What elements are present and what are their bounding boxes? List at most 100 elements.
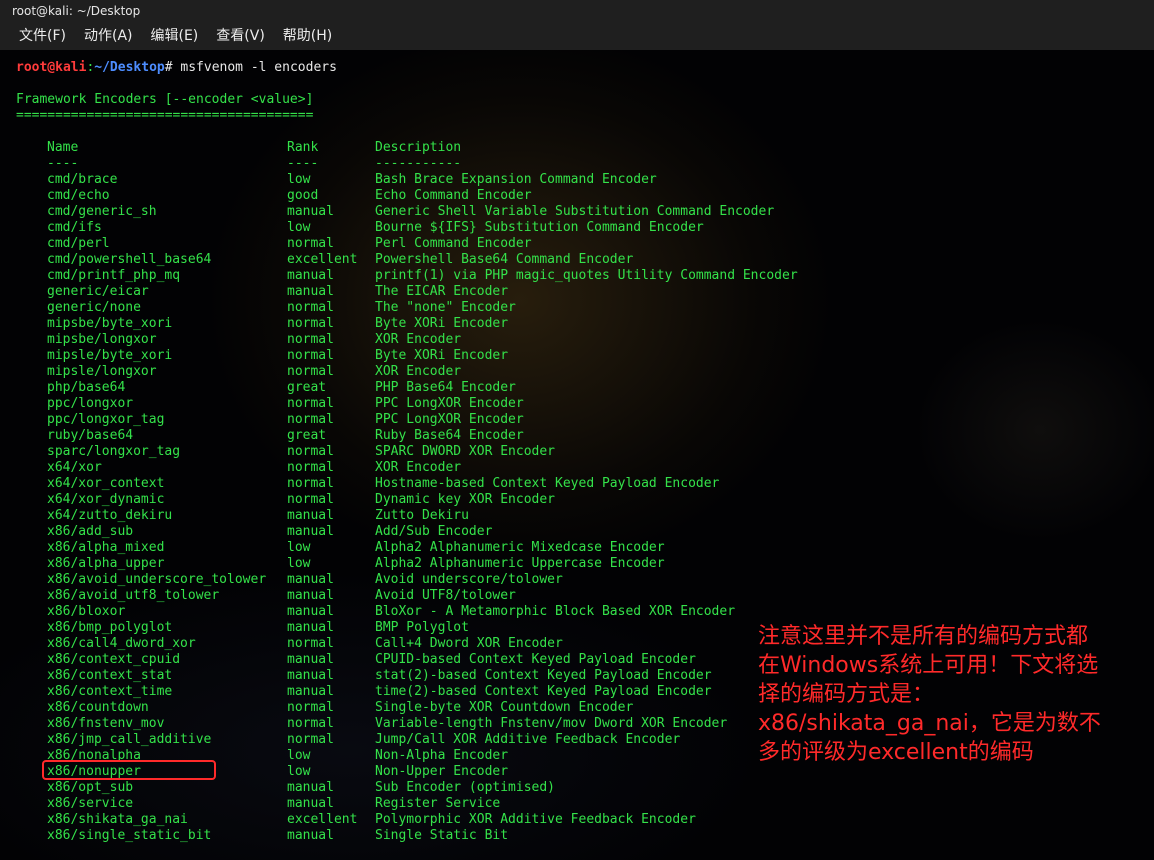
annotation-note: 注意这里并不是所有的编码方式都 在Windows系统上可用！下文将选 择的编码方… (758, 622, 1154, 767)
encoder-name: cmd/printf_php_mq (47, 268, 181, 283)
encoder-name: x86/jmp_call_additive (47, 732, 212, 747)
table-row: mipsbe/byte_xori normal Byte XORi Encoder (0, 316, 1154, 332)
encoder-name: x86/bloxor (47, 604, 126, 619)
encoder-name: x86/alpha_mixed (47, 540, 165, 555)
table-row: ruby/base64 great Ruby Base64 Encoder (0, 428, 1154, 444)
encoder-description: The EICAR Encoder (375, 284, 509, 299)
encoder-description: Avoid underscore/tolower (375, 572, 563, 587)
table-header: Name Rank Description (0, 140, 1154, 156)
encoder-description: stat(2)-based Context Keyed Payload Enco… (375, 668, 712, 683)
menu-help[interactable]: 帮助(H) (274, 22, 341, 50)
encoder-name: x86/add_sub (47, 524, 134, 539)
menu-edit[interactable]: 编辑(E) (142, 22, 208, 50)
encoder-name: x86/avoid_underscore_tolower (47, 572, 267, 587)
table-row: generic/eicar manual The EICAR Encoder (0, 284, 1154, 300)
encoder-name: generic/eicar (47, 284, 149, 299)
encoder-rank: low (287, 172, 311, 187)
encoder-rank: manual (287, 780, 334, 795)
encoder-rank: normal (287, 476, 334, 491)
prompt-line: root@kali:~/Desktop# msfvenom -l encoder… (16, 60, 337, 76)
encoder-description: Bourne ${IFS} Substitution Command Encod… (375, 220, 704, 235)
header-name: Name (47, 140, 79, 155)
encoder-description: printf(1) via PHP magic_quotes Utility C… (375, 268, 798, 283)
encoder-description: SPARC DWORD XOR Encoder (375, 444, 556, 459)
table-row: cmd/powershell_base64 excellent Powershell… (0, 252, 1154, 268)
encoder-description: Byte XORi Encoder (375, 316, 509, 331)
encoder-name: cmd/brace (47, 172, 118, 187)
encoder-name: x86/alpha_upper (47, 556, 165, 571)
encoder-name: x86/call4_dword_xor (47, 636, 196, 651)
table-row: x64/xor normal XOR Encoder (0, 460, 1154, 476)
encoder-name: mipsle/byte_xori (47, 348, 173, 363)
table-row: cmd/brace low Bash Brace Expansion Command… (0, 172, 1154, 188)
encoder-name: x64/zutto_dekiru (47, 508, 173, 523)
encoder-rank: normal (287, 460, 334, 475)
encoder-name: x86/bmp_polyglot (47, 620, 173, 635)
table-row: cmd/perl normal Perl Command Encoder (0, 236, 1154, 252)
encoder-name: cmd/powershell_base64 (47, 252, 212, 267)
encoder-rank: low (287, 540, 311, 555)
encoder-name: ppc/longxor (47, 396, 134, 411)
table-row: sparc/longxor_tag normal SPARC DWORD XOR E… (0, 444, 1154, 460)
encoder-rank: normal (287, 332, 334, 347)
table-row: cmd/generic_sh manual Generic Shell Variab… (0, 204, 1154, 220)
encoder-description: XOR Encoder (375, 364, 462, 379)
table-row: generic/none normal The "none" Encoder (0, 300, 1154, 316)
header-description-underline: ----------- (375, 156, 462, 171)
prompt-symbol: # (164, 60, 181, 75)
encoder-description: Alpha2 Alphanumeric Mixedcase Encoder (375, 540, 665, 555)
table-row: php/base64 great PHP Base64 Encoder (0, 380, 1154, 396)
encoder-rank: low (287, 764, 311, 779)
encoder-rank: manual (287, 604, 334, 619)
encoder-description: Hostname-based Context Keyed Payload Enc… (375, 476, 720, 491)
encoder-description: Avoid UTF8/tolower (375, 588, 516, 603)
encoder-description: Single-byte XOR Countdown Encoder (375, 700, 634, 715)
table-row: x86/single_static_bit manual Single Static… (0, 828, 1154, 844)
encoder-name: cmd/echo (47, 188, 110, 203)
encoder-rank: normal (287, 700, 334, 715)
encoder-name: cmd/generic_sh (47, 204, 157, 219)
encoder-name: x86/shikata_ga_nai (47, 812, 188, 827)
prompt-user: root@kali (16, 60, 87, 75)
encoder-description: Polymorphic XOR Additive Feedback Encode… (375, 812, 696, 827)
menu-file[interactable]: 文件(F) (10, 22, 75, 50)
encoder-rank: great (287, 380, 327, 395)
encoder-rank: normal (287, 412, 334, 427)
highlight-box-shikata (42, 760, 216, 780)
encoder-name: x86/fnstenv_mov (47, 716, 165, 731)
encoder-rank: low (287, 556, 311, 571)
encoder-rank: normal (287, 492, 334, 507)
encoder-rank: normal (287, 716, 334, 731)
table-row: x86/shikata_ga_nai excellent Polymorphic X… (0, 812, 1154, 828)
encoder-rank: normal (287, 316, 334, 331)
encoder-name: sparc/longxor_tag (47, 444, 181, 459)
menu-action[interactable]: 动作(A) (75, 22, 142, 50)
encoder-rank: manual (287, 268, 334, 283)
encoder-name: x86/context_stat (47, 668, 173, 683)
encoder-rank: normal (287, 732, 334, 747)
encoder-description: PPC LongXOR Encoder (375, 396, 524, 411)
encoder-rank: manual (287, 652, 334, 667)
encoder-name: mipsbe/byte_xori (47, 316, 173, 331)
section-title: Framework Encoders [--encoder <value>] (16, 92, 314, 107)
encoder-description: Non-Alpha Encoder (375, 748, 509, 763)
encoder-rank: manual (287, 524, 334, 539)
table-row: x86/alpha_mixed low Alpha2 Alphanumeric Mi… (0, 540, 1154, 556)
encoder-rank: manual (287, 796, 334, 811)
encoder-rank: manual (287, 284, 334, 299)
encoder-description: Variable-length Fnstenv/mov Dword XOR En… (375, 716, 728, 731)
menu-view[interactable]: 查看(V) (207, 22, 274, 50)
encoder-name: x86/service (47, 796, 134, 811)
encoder-description: PPC LongXOR Encoder (375, 412, 524, 427)
window-title-bar[interactable]: root@kali: ~/Desktop (0, 0, 1154, 22)
prompt-command: msfvenom -l encoders (180, 60, 337, 75)
table-row: x64/zutto_dekiru manual Zutto Dekiru (0, 508, 1154, 524)
table-row: x86/alpha_upper low Alpha2 Alphanumeric Up… (0, 556, 1154, 572)
encoder-description: Sub Encoder (optimised) (375, 780, 556, 795)
encoder-description: Perl Command Encoder (375, 236, 532, 251)
encoder-name: x64/xor (47, 460, 102, 475)
encoder-description: BloXor - A Metamorphic Block Based XOR E… (375, 604, 736, 619)
encoder-rank: normal (287, 300, 334, 315)
table-row: x86/service manual Register Service (0, 796, 1154, 812)
encoder-description: Add/Sub Encoder (375, 524, 493, 539)
